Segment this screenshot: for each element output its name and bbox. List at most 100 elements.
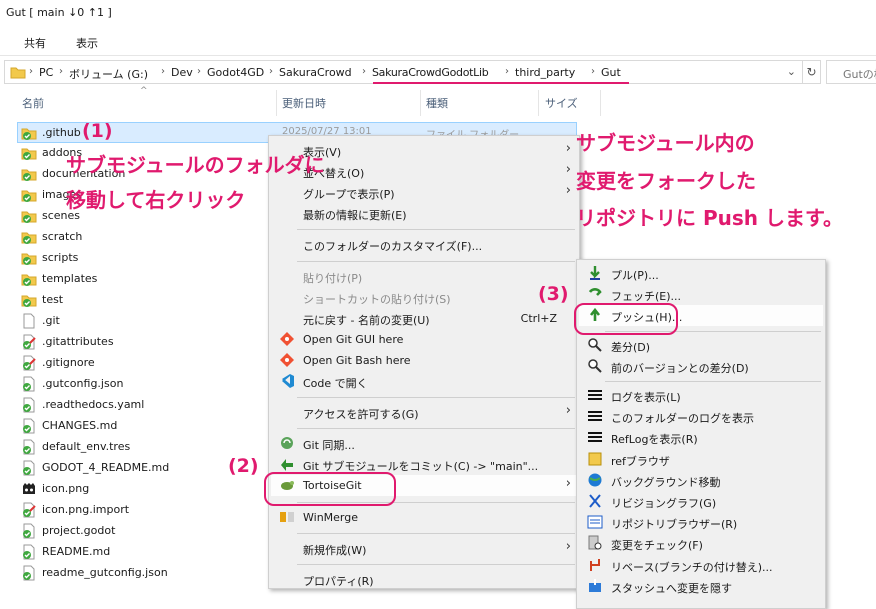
menu-label: Code で開く	[303, 377, 368, 390]
chevron-right-icon: ›	[565, 162, 571, 178]
context-menu-item-10[interactable]: Open Git GUI here	[271, 329, 577, 350]
file-row[interactable]: test	[18, 290, 268, 311]
context-menu-item-11[interactable]: Open Git Bash here	[271, 350, 577, 371]
file-row[interactable]: templates	[18, 269, 268, 290]
file-git-icon	[23, 439, 35, 455]
tortoisegit-item-15[interactable]: リベース(ブランチの付け替え)...	[579, 555, 823, 576]
context-menu-item-12[interactable]: Code で開く	[271, 371, 577, 392]
column-date[interactable]: 更新日時	[282, 95, 326, 111]
context-menu-item-8[interactable]: ショートカットの貼り付け(S)	[271, 287, 577, 308]
search-placeholder: Gutの検	[843, 68, 876, 81]
file-row[interactable]: readme_gutconfig.json	[18, 563, 268, 584]
tortoisegit-item-0[interactable]: プル(P)...	[579, 263, 823, 284]
file-row[interactable]: scratch	[18, 227, 268, 248]
tortoisegit-item-5[interactable]: 前のバージョンとの差分(D)	[579, 356, 823, 377]
folder-git-icon	[21, 232, 37, 244]
file-row[interactable]: .readthedocs.yaml	[18, 395, 268, 416]
menu-label: バックグラウンド移動	[611, 475, 721, 489]
breadcrumb-sakuracrowd[interactable]: SakuraCrowd	[279, 66, 352, 79]
log-folder-icon	[588, 411, 602, 422]
tortoisegit-item-8[interactable]: このフォルダーのログを表示	[579, 406, 823, 427]
breadcrumb-dev[interactable]: Dev	[171, 66, 193, 79]
menu-label: このフォルダーのログを表示	[611, 412, 754, 426]
check-changes-icon	[588, 535, 602, 550]
tortoisegit-item-11[interactable]: バックグラウンド移動	[579, 470, 823, 491]
menu-label: リポジトリブラウザー(R)	[611, 518, 738, 532]
breadcrumb-pc[interactable]: PC	[39, 66, 53, 79]
pull-icon	[590, 266, 600, 280]
menu-label: RefLogを表示(R)	[611, 433, 698, 447]
file-row[interactable]: project.godot	[18, 521, 268, 542]
address-bar[interactable]: › PC › ボリューム (G:) › Dev › Godot4GD › Sak…	[4, 60, 803, 84]
file-row[interactable]: README.md	[18, 542, 268, 563]
context-menu: 表示(V) › 並べ替え(O) › グループで表示(P) › 最新の情報に更新(E) このフォ…	[268, 135, 580, 589]
menu-separator	[297, 428, 575, 430]
context-menu-item-9[interactable]: 元に戻す - 名前の変更(U) Ctrl+Z	[271, 308, 577, 329]
git-bash-icon	[280, 352, 294, 367]
folder-git-icon	[21, 211, 37, 223]
breadcrumb-gut[interactable]: Gut	[601, 66, 621, 79]
menu-separator	[297, 397, 575, 399]
menu-label: グループで表示(P)	[303, 188, 395, 202]
file-row[interactable]: .gutconfig.json	[18, 374, 268, 395]
reflog-icon	[588, 432, 602, 443]
breadcrumb-volume[interactable]: ボリューム (G:)	[69, 66, 148, 82]
tortoisegit-item-16[interactable]: スタッシュへ変更を隠す	[579, 576, 823, 597]
column-name[interactable]: 名前	[22, 95, 44, 111]
tortoisegit-item-12[interactable]: リビジョングラフ(G)	[579, 491, 823, 512]
file-git-modified-icon	[23, 334, 36, 350]
rebase-icon	[590, 558, 600, 571]
chevron-down-icon[interactable]: ⌄	[787, 65, 796, 78]
chevron-right-icon: ›	[565, 538, 571, 554]
column-size[interactable]: サイズ	[545, 95, 578, 111]
search-input[interactable]: Gutの検	[826, 60, 876, 84]
context-menu-item-16[interactable]: Git 同期...	[271, 433, 577, 454]
context-menu-item-2[interactable]: グループで表示(P) ›	[271, 182, 577, 203]
file-row[interactable]: .gitignore	[18, 353, 268, 374]
context-menu-item-20[interactable]: WinMerge	[271, 507, 577, 528]
tortoisegit-item-4[interactable]: 差分(D)	[579, 335, 823, 356]
breadcrumb-sakuracrowdgodotlib[interactable]: SakuraCrowdGodotLib	[372, 66, 489, 79]
chevron-right-icon: ›	[565, 183, 571, 199]
menu-separator	[605, 381, 821, 382]
file-row[interactable]: icon.png.import	[18, 500, 268, 521]
file-row[interactable]: .gitattributes	[18, 332, 268, 353]
file-row[interactable]: icon.png	[18, 479, 268, 500]
file-row[interactable]: .git	[18, 311, 268, 332]
breadcrumb-godot4gd[interactable]: Godot4GD	[207, 66, 264, 79]
file-name: README.md	[42, 545, 111, 558]
ref-browser-icon	[588, 452, 602, 466]
window-title: Gut [ main ↓0 ↑1 ]	[6, 6, 112, 19]
ribbon-tab-share[interactable]: 共有	[24, 35, 46, 51]
menu-label: 最新の情報に更新(E)	[303, 209, 407, 223]
revision-graph-icon	[589, 494, 601, 508]
tortoisegit-item-10[interactable]: refブラウザ	[579, 449, 823, 470]
path-underline	[373, 82, 629, 84]
ribbon-tab-view[interactable]: 表示	[76, 35, 98, 51]
tortoisegit-item-9[interactable]: RefLogを表示(R)	[579, 427, 823, 448]
file-row[interactable]: CHANGES.md	[18, 416, 268, 437]
file-name: readme_gutconfig.json	[42, 566, 168, 579]
breadcrumb-third-party[interactable]: third_party	[515, 66, 575, 79]
menu-label: 変更をチェック(F)	[611, 539, 703, 553]
file-row[interactable]: scripts	[18, 248, 268, 269]
tortoisegit-item-7[interactable]: ログを表示(L)	[579, 385, 823, 406]
context-menu-item-22[interactable]: 新規作成(W) ›	[271, 538, 577, 559]
refresh-button[interactable]: ↻	[803, 60, 821, 84]
git-sync-icon	[281, 437, 293, 450]
folder-git-icon	[21, 169, 37, 181]
context-menu-item-14[interactable]: アクセスを許可する(G) ›	[271, 402, 577, 423]
column-type[interactable]: 種類	[426, 95, 448, 111]
context-menu-item-5[interactable]: このフォルダーのカスタマイズ(F)...	[271, 234, 577, 255]
highlight-push	[574, 303, 678, 335]
chevron-right-icon: ›	[565, 141, 571, 156]
context-menu-item-3[interactable]: 最新の情報に更新(E)	[271, 203, 577, 224]
menu-separator	[297, 563, 575, 565]
highlight-tortoisegit	[264, 472, 396, 506]
file-name: GODOT_4_README.md	[42, 461, 170, 474]
annotation-step2: (2)	[228, 455, 259, 477]
context-menu-item-24[interactable]: プロパティ(R)	[271, 569, 577, 590]
tortoisegit-item-13[interactable]: リポジトリブラウザー(R)	[579, 512, 823, 533]
context-menu-item-7[interactable]: 貼り付け(P)	[271, 266, 577, 287]
tortoisegit-item-14[interactable]: 変更をチェック(F)	[579, 533, 823, 554]
